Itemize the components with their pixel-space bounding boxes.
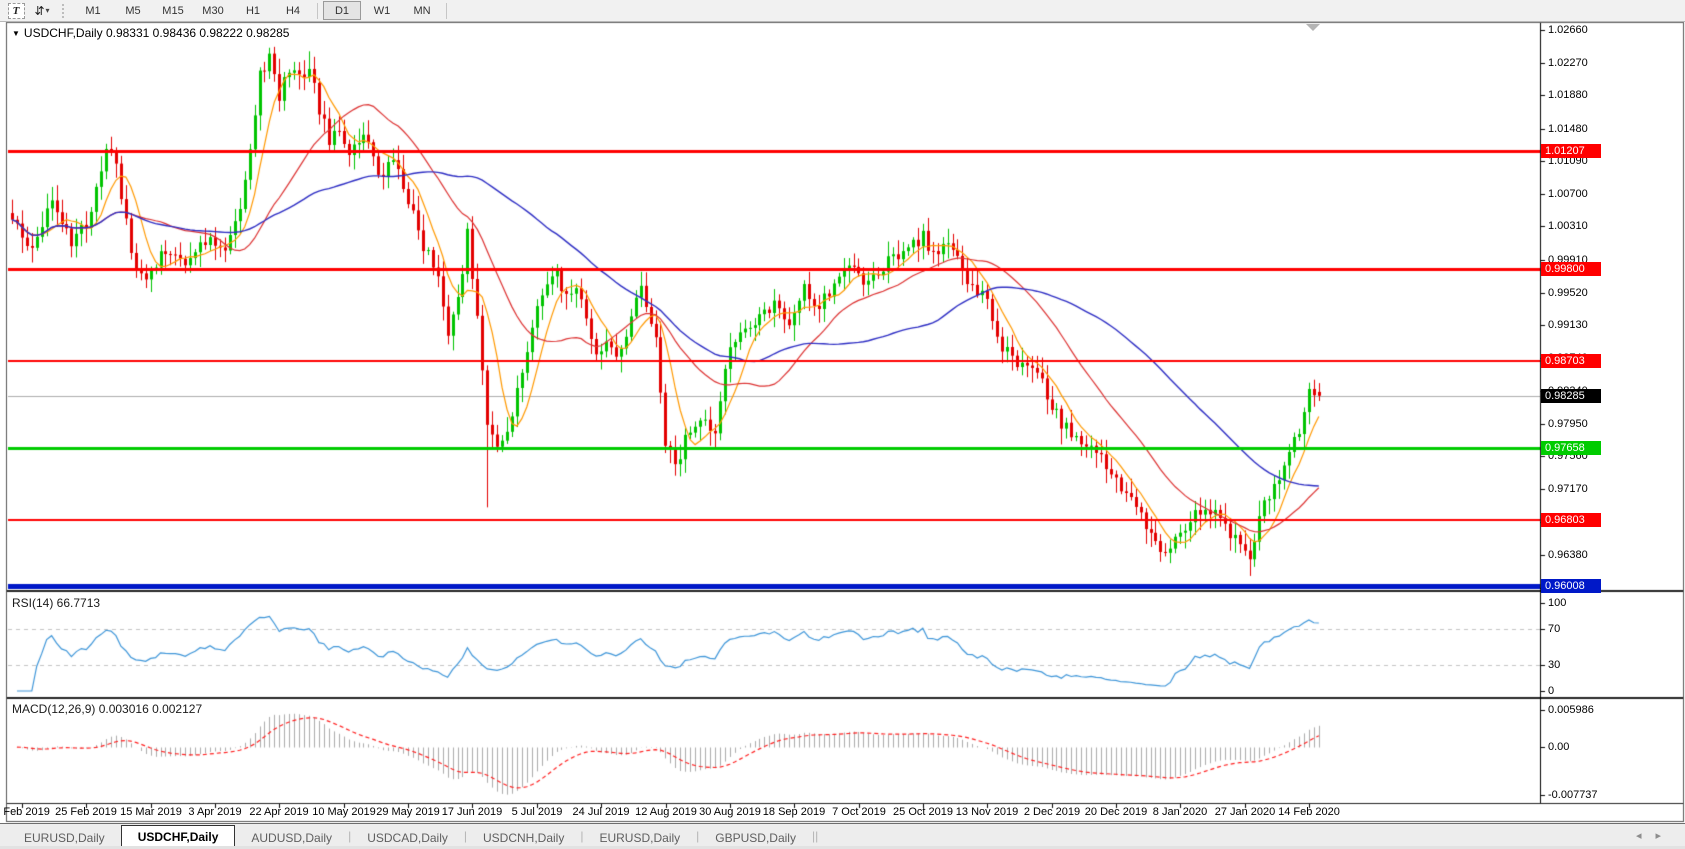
- chart-tabs: EURUSD,DailyUSDCHF,DailyAUDUSD,Daily|USD…: [8, 825, 818, 847]
- title-dropdown-icon[interactable]: ▼: [12, 29, 20, 38]
- macd-axis-tick: -0.007737: [1548, 789, 1598, 801]
- date-axis-label: 24 Jul 2019: [573, 806, 630, 818]
- chart-tab-usdcnh-4[interactable]: USDCNH,Daily: [467, 828, 580, 847]
- price-level-label: 0.99800: [1541, 262, 1601, 276]
- date-axis-label: 10 May 2019: [312, 806, 376, 818]
- timeframe-button-m30[interactable]: M30: [194, 1, 232, 20]
- date-axis-label: 20 Dec 2019: [1085, 806, 1147, 818]
- price-level-label: 0.97658: [1541, 441, 1601, 455]
- price-axis-tick: 1.00310: [1548, 220, 1588, 232]
- date-axis-label: 2 Dec 2019: [1024, 806, 1080, 818]
- text-tool-button[interactable]: T: [6, 2, 26, 19]
- toolbar-grip-handle[interactable]: [62, 4, 67, 18]
- timeframe-button-m15[interactable]: M15: [154, 1, 192, 20]
- price-axis-tick: 1.01880: [1548, 89, 1588, 101]
- timeframe-button-group: M1M5M15M30H1H4 D1W1MN: [73, 1, 451, 20]
- rsi-axis-tick: 0: [1548, 685, 1554, 697]
- price-axis-tick: 1.01480: [1548, 123, 1588, 135]
- date-axis-label: 17 Jun 2019: [442, 806, 503, 818]
- date-axis-label: 29 May 2019: [376, 806, 440, 818]
- price-axis-tick: 0.99520: [1548, 287, 1588, 299]
- date-axis-label: 6 Feb 2019: [0, 806, 50, 818]
- date-axis-label: 27 Jan 2020: [1215, 806, 1276, 818]
- price-axis-tick: 1.00700: [1548, 188, 1588, 200]
- timeframe-button-mn[interactable]: MN: [403, 1, 441, 20]
- date-axis-label: 18 Sep 2019: [763, 806, 825, 818]
- chart-title: ▼ USDCHF,Daily 0.98331 0.98436 0.98222 0.…: [12, 26, 289, 40]
- date-axis-label: 14 Feb 2020: [1278, 806, 1340, 818]
- chevron-down-icon: ▾: [46, 6, 50, 15]
- tab-scroll-arrows[interactable]: ◂▸: [1636, 829, 1675, 842]
- toolbar-separator: [446, 3, 447, 19]
- price-axis-tick: 0.96380: [1548, 549, 1588, 561]
- date-axis-label: 30 Aug 2019: [699, 806, 761, 818]
- date-axis-label: 7 Oct 2019: [832, 806, 886, 818]
- price-chart-canvas[interactable]: [0, 0, 1685, 849]
- current-price-label: 0.98285: [1541, 389, 1601, 403]
- date-axis-label: 13 Nov 2019: [956, 806, 1018, 818]
- macd-axis-tick: 0.00: [1548, 741, 1569, 753]
- price-axis-tick: 1.02270: [1548, 57, 1588, 69]
- timeframe-button-m5[interactable]: M5: [114, 1, 152, 20]
- date-axis-label: 15 Mar 2019: [120, 806, 182, 818]
- rsi-axis-tick: 70: [1548, 623, 1560, 635]
- price-axis-tick: 0.97950: [1548, 418, 1588, 430]
- chart-tab-eurusd-5[interactable]: EURUSD,Daily: [583, 828, 696, 847]
- symbol-period-label: USDCHF,Daily: [24, 26, 103, 40]
- toolbar-separator: [317, 3, 318, 19]
- macd-indicator-label: MACD(12,26,9) 0.003016 0.002127: [12, 702, 202, 716]
- price-level-label: 1.01207: [1541, 144, 1601, 158]
- date-axis-label: 3 Apr 2019: [188, 806, 241, 818]
- timeframe-button-h4[interactable]: H4: [274, 1, 312, 20]
- date-axis-label: 12 Aug 2019: [635, 806, 697, 818]
- timeframe-button-m1[interactable]: M1: [74, 1, 112, 20]
- date-axis-label: 8 Jan 2020: [1153, 806, 1207, 818]
- date-axis-label: 22 Apr 2019: [249, 806, 308, 818]
- date-axis-label: 25 Oct 2019: [893, 806, 953, 818]
- scroll-left-icon: ◂: [1636, 830, 1656, 842]
- text-tool-icon: T: [8, 3, 25, 19]
- chart-shift-marker-icon[interactable]: [1306, 24, 1320, 31]
- date-axis-label: 25 Feb 2019: [55, 806, 117, 818]
- rsi-axis-tick: 30: [1548, 659, 1560, 671]
- price-axis-tick: 0.99130: [1548, 319, 1588, 331]
- timeframe-button-w1[interactable]: W1: [363, 1, 401, 20]
- trading-terminal: { "toolbar": { "text_tool_label": "T", "…: [0, 0, 1685, 849]
- chart-tab-gbpusd-6[interactable]: GBPUSD,Daily: [699, 828, 812, 847]
- chart-tab-usdcad-3[interactable]: USDCAD,Daily: [351, 828, 464, 847]
- chart-tab-usdchf-1[interactable]: USDCHF,Daily: [121, 825, 236, 847]
- chart-tab-audusd-2[interactable]: AUDUSD,Daily: [235, 828, 348, 847]
- timeframe-button-d1[interactable]: D1: [323, 1, 361, 20]
- price-level-label: 0.96008: [1541, 579, 1601, 593]
- date-axis-label: 5 Jul 2019: [512, 806, 563, 818]
- price-axis-tick: 1.02660: [1548, 24, 1588, 36]
- price-level-label: 0.98703: [1541, 354, 1601, 368]
- rsi-indicator-label: RSI(14) 66.7713: [12, 596, 100, 610]
- price-axis-tick: 0.97170: [1548, 483, 1588, 495]
- ohlc-quote-line: 0.98331 0.98436 0.98222 0.98285: [106, 26, 290, 40]
- toolbar: T ⇵ ▾ M1M5M15M30H1H4 D1W1MN: [0, 0, 1685, 22]
- timeframe-button-h1[interactable]: H1: [234, 1, 272, 20]
- chart-tab-eurusd-0[interactable]: EURUSD,Daily: [8, 828, 121, 847]
- rsi-axis-tick: 100: [1548, 597, 1566, 609]
- arrange-windows-button[interactable]: ⇵ ▾: [32, 2, 52, 19]
- arrange-icon: ⇵: [34, 4, 44, 18]
- price-level-label: 0.96803: [1541, 513, 1601, 527]
- macd-axis-tick: 0.005986: [1548, 704, 1594, 716]
- tab-divider: |: [815, 829, 818, 843]
- scroll-right-icon: ▸: [1655, 830, 1675, 842]
- chart-tab-bar: EURUSD,DailyUSDCHF,DailyAUDUSD,Daily|USD…: [0, 823, 1685, 847]
